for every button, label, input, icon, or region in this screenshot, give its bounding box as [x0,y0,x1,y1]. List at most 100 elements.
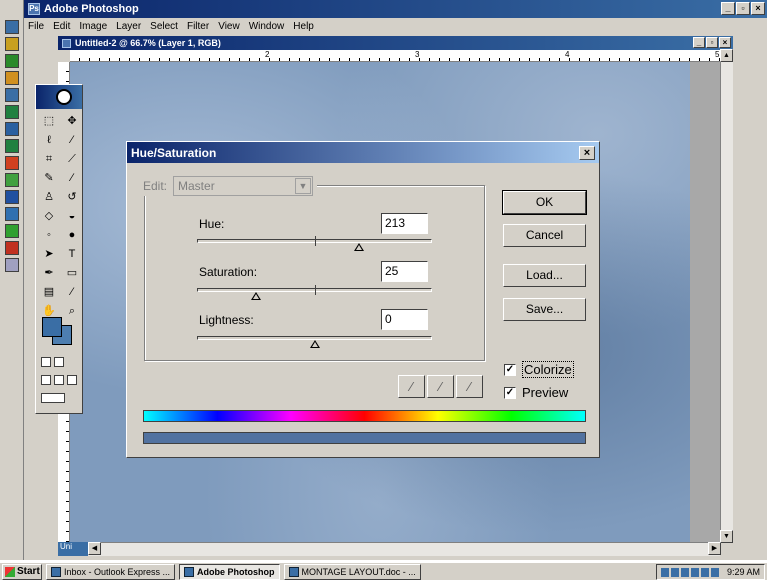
screen-mode-full-menu-button[interactable] [54,375,64,385]
zoom-tool-icon[interactable]: ⌕ [62,303,82,319]
menu-select[interactable]: Select [150,21,178,32]
pen-tool-icon[interactable]: ✒ [39,265,59,281]
minimize-button[interactable]: _ [721,2,735,15]
paint-bucket-tool-icon[interactable]: ◒ [62,208,82,224]
shape-tool-icon[interactable]: ▭ [62,265,82,281]
horizontal-ruler[interactable]: 2 3 4 5 [70,50,720,62]
app-shortcut-icon[interactable] [5,37,19,51]
menu-layer[interactable]: Layer [116,21,141,32]
lightness-slider-thumb[interactable] [309,340,320,348]
scroll-up-button[interactable]: ▲ [720,49,733,62]
app-shortcut-icon[interactable] [5,105,19,119]
eraser-tool-icon[interactable]: ◇ [39,208,59,224]
menu-file[interactable]: File [28,21,44,32]
taskbar-item-word[interactable]: MONTAGE LAYOUT.doc - ... [283,563,421,580]
tray-icon[interactable] [700,567,709,577]
notes-tool-icon[interactable]: ▤ [39,284,59,300]
app-titlebar[interactable]: Ps Adobe Photoshop _ ▫ × [24,0,767,18]
horizontal-scrollbar[interactable]: Uni ◀ ▶ [58,542,721,556]
tray-icon[interactable] [680,567,689,577]
eyedropper-minus-icon[interactable]: ⁄ [456,375,483,398]
app-shortcut-icon[interactable] [5,241,19,255]
menu-edit[interactable]: Edit [53,21,70,32]
scroll-left-button[interactable]: ◀ [88,542,101,555]
healing-brush-tool-icon[interactable]: ✎ [39,170,59,186]
colorize-check-icon[interactable]: ✓ [504,363,516,376]
lightness-input[interactable]: 0 [381,309,428,330]
doc-minimize-button[interactable]: _ [693,37,705,48]
quick-mask-button[interactable] [54,357,64,367]
menu-filter[interactable]: Filter [187,21,209,32]
menu-help[interactable]: Help [293,21,314,32]
restore-button[interactable]: ▫ [736,2,750,15]
screen-mode-full-button[interactable] [67,375,77,385]
app-shortcut-icon[interactable] [5,20,19,34]
status-tab[interactable]: Uni [58,542,88,556]
saturation-slider-thumb[interactable] [251,292,262,300]
taskbar-item-photoshop[interactable]: Adobe Photoshop [179,563,280,580]
app-shortcut-icon[interactable] [5,258,19,272]
dodge-tool-icon[interactable]: ● [62,227,82,243]
save-button[interactable]: Save... [503,298,586,321]
clone-stamp-tool-icon[interactable]: ♙ [39,189,59,205]
scroll-down-button[interactable]: ▼ [720,530,733,543]
brush-tool-icon[interactable]: ∕ [62,170,82,186]
doc-close-button[interactable]: × [719,37,731,48]
edit-channel-select[interactable]: Master ▼ [173,176,314,196]
app-shortcut-icon[interactable] [5,122,19,136]
standard-mode-button[interactable] [41,357,51,367]
tray-icon[interactable] [710,567,719,577]
load-button[interactable]: Load... [503,264,586,287]
dialog-titlebar[interactable]: Hue/Saturation [127,142,599,163]
colorize-checkbox[interactable]: ✓ Colorize [504,361,574,378]
scroll-right-button[interactable]: ▶ [708,542,721,555]
jump-to-imageready-button[interactable] [41,393,65,403]
move-tool-icon[interactable]: ✥ [62,113,82,129]
app-shortcut-icon[interactable] [5,54,19,68]
hue-slider[interactable] [197,236,432,251]
app-shortcut-icon[interactable] [5,71,19,85]
app-shortcut-icon[interactable] [5,190,19,204]
screen-mode-standard-button[interactable] [41,375,51,385]
type-tool-icon[interactable]: T [62,246,82,262]
cancel-button[interactable]: Cancel [503,224,586,247]
slice-tool-icon[interactable]: ⟋ [62,151,82,167]
dialog-close-button[interactable]: × [579,146,595,160]
lasso-tool-icon[interactable]: ℓ [39,132,59,148]
start-button[interactable]: Start [2,563,42,580]
tray-icon[interactable] [670,567,679,577]
hue-slider-thumb[interactable] [353,243,364,251]
preview-checkbox[interactable]: ✓ Preview [504,385,568,400]
vertical-scrollbar[interactable]: ▲ ▼ [720,49,733,543]
app-shortcut-icon[interactable] [5,224,19,238]
app-shortcut-icon[interactable] [5,139,19,153]
taskbar-item-outlook[interactable]: Inbox - Outlook Express ... [46,563,176,580]
saturation-input[interactable]: 25 [381,261,428,282]
app-shortcut-icon[interactable] [5,88,19,102]
preview-check-icon[interactable]: ✓ [504,386,516,399]
history-brush-tool-icon[interactable]: ↺ [62,189,82,205]
eyedropper-icon[interactable]: ⁄ [398,375,425,398]
document-titlebar[interactable]: Untitled-2 @ 66.7% (Layer 1, RGB) _ ▫ × [58,36,733,50]
foreground-color-swatch[interactable] [42,317,62,337]
app-shortcut-icon[interactable] [5,207,19,221]
app-shortcut-icon[interactable] [5,173,19,187]
tray-icon[interactable] [660,567,669,577]
magic-wand-tool-icon[interactable]: ⁄ [62,132,82,148]
tray-icon[interactable] [690,567,699,577]
menu-window[interactable]: Window [249,21,285,32]
marquee-tool-icon[interactable]: ⬚ [39,113,59,129]
blur-tool-icon[interactable]: ◦ [39,227,59,243]
app-shortcut-icon[interactable] [5,156,19,170]
crop-tool-icon[interactable]: ⌗ [39,151,59,167]
close-button[interactable]: × [751,2,765,15]
toolbox-header[interactable] [36,85,82,109]
eyedropper-plus-icon[interactable]: ⁄ [427,375,454,398]
lightness-slider[interactable] [197,336,432,348]
eyedropper-tool-icon[interactable]: ⁄ [62,284,82,300]
saturation-slider[interactable] [197,285,432,300]
menu-image[interactable]: Image [79,21,107,32]
ok-button[interactable]: OK [502,190,587,215]
menu-view[interactable]: View [218,21,240,32]
path-selection-tool-icon[interactable]: ➤ [39,246,59,262]
